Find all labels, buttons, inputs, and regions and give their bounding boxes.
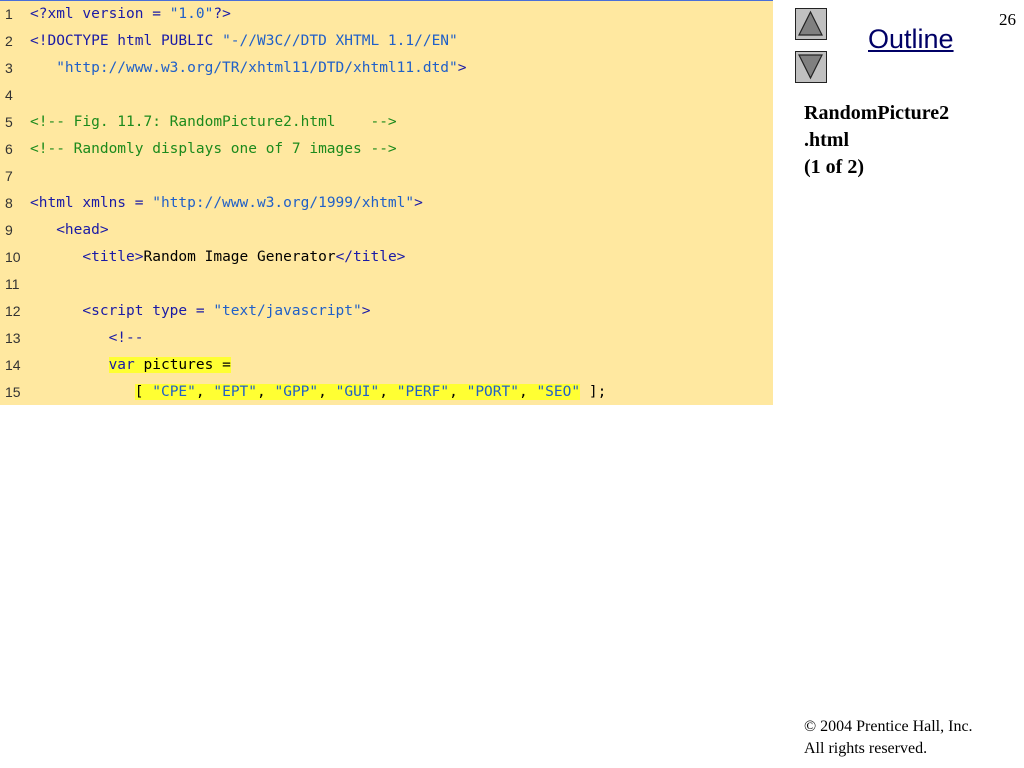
code-text: <title>Random Image Generator</title> <box>30 244 405 271</box>
code-text: var pictures = <box>30 352 231 379</box>
code-token: "SEO" <box>536 384 581 400</box>
line-number: 13 <box>5 330 21 346</box>
code-token: , <box>449 384 467 400</box>
code-token: , <box>518 384 537 400</box>
code-token: ?> <box>213 6 231 22</box>
code-token: "GPP" <box>274 384 319 400</box>
code-line: 8 <html xmlns = "http://www.w3.org/1999/x… <box>0 190 773 217</box>
code-token: "EPT" <box>213 384 258 400</box>
code-token: ]; <box>580 384 607 400</box>
code-token: <script type = <box>30 303 214 319</box>
slide-title-line-3: (1 of 2) <box>804 156 864 178</box>
line-number: 12 <box>5 303 21 319</box>
slide-title: RandomPicture2 .html (1 of 2) <box>804 100 1004 181</box>
code-text: <html xmlns = "http://www.w3.org/1999/xh… <box>30 190 423 217</box>
line-number: 5 <box>5 114 13 130</box>
code-text: "http://www.w3.org/TR/xhtml11/DTD/xhtml1… <box>30 55 467 82</box>
line-number: 15 <box>5 384 21 400</box>
code-token: <!-- Fig. 11.7: RandomPicture2.html --> <box>30 114 397 130</box>
code-token: "-//W3C//DTD XHTML 1.1//EN" <box>222 33 458 49</box>
code-token: , <box>318 384 336 400</box>
code-token: Random Image Generator <box>143 249 336 265</box>
line-number: 1 <box>5 6 13 22</box>
previous-slide-button[interactable] <box>795 8 827 40</box>
line-number: 3 <box>5 60 13 76</box>
rights-line: All rights reserved. <box>804 740 928 757</box>
next-slide-button[interactable] <box>795 51 827 83</box>
line-number: 7 <box>5 168 13 184</box>
copyright-line: © 2004 Prentice Hall, Inc. <box>804 716 973 738</box>
code-text: <!DOCTYPE html PUBLIC "-//W3C//DTD XHTML… <box>30 28 458 55</box>
code-line: 11 <box>0 271 773 298</box>
code-text: [ "CPE", "EPT", "GPP", "GUI", "PERF", "P… <box>30 379 606 406</box>
line-number: 6 <box>5 141 13 157</box>
code-line: 5 <!-- Fig. 11.7: RandomPicture2.html --> <box>0 109 773 136</box>
line-number: 14 <box>5 357 21 373</box>
code-token: <?xml version = <box>30 6 170 22</box>
slide-title-line-2: .html <box>804 129 849 151</box>
code-token: "CPE" <box>152 384 196 400</box>
code-token: > <box>361 303 371 319</box>
copyright-notice: © 2004 Prentice Hall, Inc. All rights re… <box>804 716 973 760</box>
code-token: , <box>195 384 214 400</box>
code-text: <head> <box>30 217 109 244</box>
code-token: "1.0" <box>169 6 214 22</box>
code-token: <!-- Randomly displays one of 7 images -… <box>30 141 397 157</box>
code-token: <head> <box>30 222 109 238</box>
code-line: 2 <!DOCTYPE html PUBLIC "-//W3C//DTD XHTM… <box>0 28 773 55</box>
code-token: , <box>257 384 275 400</box>
code-token: </title> <box>335 249 406 265</box>
code-token: "http://www.w3.org/1999/xhtml" <box>152 195 415 211</box>
code-token: "PERF" <box>396 384 450 400</box>
line-number: 8 <box>5 195 13 211</box>
code-line: 10 <title>Random Image Generator</title> <box>0 244 773 271</box>
code-line: 6 <!-- Randomly displays one of 7 images … <box>0 136 773 163</box>
code-token: <!DOCTYPE html PUBLIC <box>30 33 223 49</box>
outline-link[interactable]: Outline <box>868 24 954 55</box>
triangle-down-icon <box>798 54 823 80</box>
code-token: <html xmlns = <box>30 195 153 211</box>
code-text: <?xml version = "1.0"?> <box>30 1 231 28</box>
code-token: [ <box>134 384 153 400</box>
line-number: 2 <box>5 33 13 49</box>
code-text: <script type = "text/javascript"> <box>30 298 370 325</box>
code-token: <!-- <box>30 330 144 346</box>
code-line: 4 <box>0 82 773 109</box>
triangle-up-icon <box>798 10 823 36</box>
code-token: > <box>457 60 467 76</box>
line-number: 9 <box>5 222 13 238</box>
copyright-symbol: © <box>804 718 817 735</box>
code-line: 1 <?xml version = "1.0"?> <box>0 1 773 28</box>
line-number: 10 <box>5 249 21 265</box>
code-line: 15 [ "CPE", "EPT", "GPP", "GUI", "PERF",… <box>0 379 773 406</box>
code-token: "http://www.w3.org/TR/xhtml11/DTD/xhtml1… <box>30 60 458 76</box>
copyright-text: 2004 Prentice Hall, Inc. <box>816 718 973 735</box>
code-line: 14 var pictures = <box>0 352 773 379</box>
code-line: 9 <head> <box>0 217 773 244</box>
code-token: "PORT" <box>466 384 519 400</box>
line-number: 11 <box>5 276 20 292</box>
code-token: pictures = <box>134 357 231 373</box>
code-token: var <box>108 357 135 373</box>
code-token: > <box>414 195 423 211</box>
code-line: 3 "http://www.w3.org/TR/xhtml11/DTD/xhtm… <box>0 55 773 82</box>
code-token: , <box>379 384 397 400</box>
page-number: 26 <box>999 10 1016 29</box>
slide-title-line-1: RandomPicture2 <box>804 102 950 124</box>
code-text: <!-- Randomly displays one of 7 images -… <box>30 136 397 163</box>
code-line: 12 <script type = "text/javascript"> <box>0 298 773 325</box>
code-token: <title> <box>30 249 144 265</box>
code-line: 7 <box>0 163 773 190</box>
code-text: <!-- <box>30 325 144 352</box>
code-listing: 1 <?xml version = "1.0"?> 2 <!DOCTYPE html … <box>0 0 773 405</box>
code-token: "text/javascript" <box>213 303 362 319</box>
line-number: 4 <box>5 87 13 103</box>
code-token: "GUI" <box>335 384 380 400</box>
code-line: 13 <!-- <box>0 325 773 352</box>
code-text: <!-- Fig. 11.7: RandomPicture2.html --> <box>30 109 397 136</box>
